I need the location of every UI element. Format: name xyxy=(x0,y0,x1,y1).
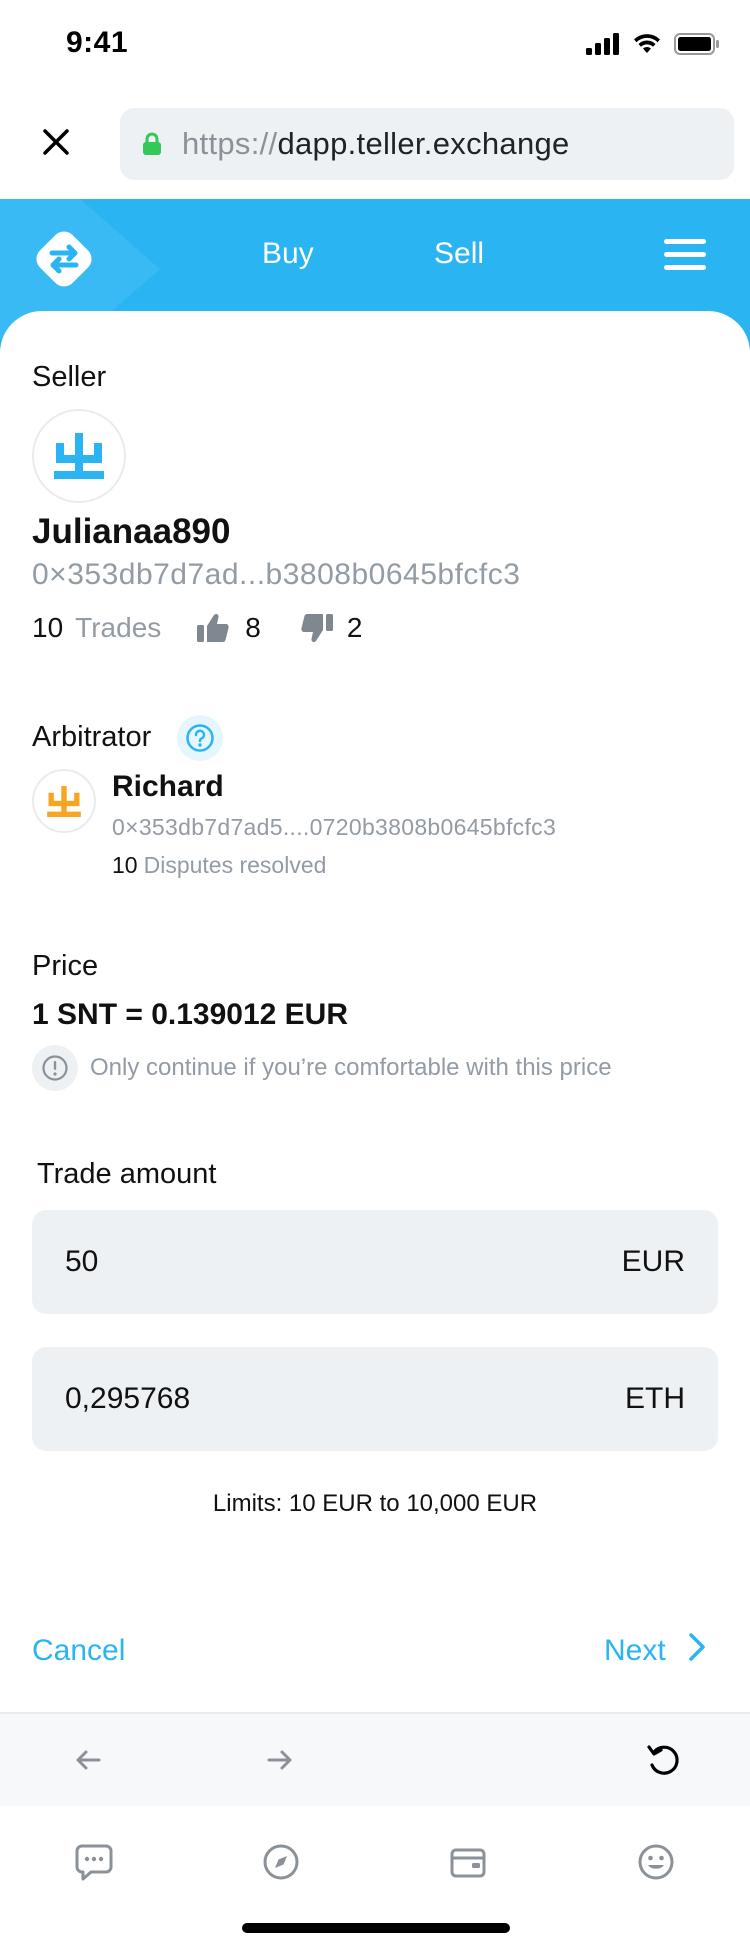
arbitrator-address: 0×353db7d7ad5....0720b3808b0645bfcfc3 xyxy=(112,814,557,840)
fiat-amount-unit: EUR xyxy=(621,1245,685,1278)
url-host: dapp.teller.exchange xyxy=(277,126,570,161)
question-icon[interactable] xyxy=(177,715,223,761)
arbitrator-disputes: 10 Disputes resolved xyxy=(112,852,326,879)
thumbs-up-icon xyxy=(197,613,229,643)
disputes-label: Disputes resolved xyxy=(143,852,327,878)
trades-count: 10 xyxy=(32,612,64,643)
cancel-button[interactable]: Cancel xyxy=(32,1634,125,1668)
browser-nav-bar xyxy=(0,1714,750,1806)
url-text: https://dapp.teller.exchange xyxy=(182,126,570,162)
nav-sell[interactable]: Sell xyxy=(434,237,484,271)
arbitrator-name: Richard xyxy=(112,770,224,803)
thumbs-down-icon xyxy=(301,613,333,643)
disputes-count: 10 xyxy=(112,852,138,878)
lock-icon xyxy=(142,131,164,157)
chat-icon[interactable] xyxy=(72,1840,116,1884)
wallet-icon[interactable] xyxy=(446,1840,490,1884)
fiat-amount-value: 50 xyxy=(65,1245,99,1278)
hamburger-icon[interactable] xyxy=(664,239,706,271)
exclamation-icon xyxy=(32,1045,78,1091)
arbitrator-avatar[interactable] xyxy=(32,769,96,833)
home-indicator xyxy=(242,1923,510,1933)
price-label: Price xyxy=(32,950,99,982)
cellular-signal-icon xyxy=(586,32,620,60)
thumbs-up-count: 8 xyxy=(245,612,261,643)
close-icon[interactable] xyxy=(38,124,74,160)
smiley-icon[interactable] xyxy=(634,1840,678,1884)
seller-address: 0×353db7d7ad...b3808b0645bfcfc3 xyxy=(32,558,521,591)
battery-icon xyxy=(674,32,720,60)
status-bar: 9:41 xyxy=(0,0,750,88)
trade-limits: Limits: 10 EUR to 10,000 EUR xyxy=(212,1490,538,1517)
url-bar[interactable]: https://dapp.teller.exchange xyxy=(120,108,734,180)
seller-stats: 10 Trades 8 2 xyxy=(32,612,362,644)
url-protocol: https:// xyxy=(182,126,278,161)
crypto-amount-unit: ETH xyxy=(625,1382,685,1415)
arrow-right-icon[interactable] xyxy=(260,1742,300,1778)
seller-avatar-icon xyxy=(54,433,104,479)
reload-icon[interactable] xyxy=(644,1742,684,1778)
thumbs-down-count: 2 xyxy=(346,612,363,643)
status-icons xyxy=(586,32,720,60)
crypto-amount-field[interactable]: 0,295768 ETH xyxy=(32,1347,718,1451)
arbitrator-label: Arbitrator xyxy=(32,721,152,753)
wifi-icon xyxy=(632,33,662,60)
trade-amount-label: Trade amount xyxy=(37,1158,217,1190)
arrow-left-icon[interactable] xyxy=(68,1742,108,1778)
price-note-text: Only continue if you’re comfortable with… xyxy=(90,1054,612,1081)
arbitrator-avatar-icon xyxy=(47,785,81,817)
compass-icon[interactable] xyxy=(259,1840,303,1884)
nav-buy[interactable]: Buy xyxy=(262,237,314,271)
fiat-amount-field[interactable]: 50 EUR xyxy=(32,1210,718,1314)
price-value: 1 SNT = 0.139012 EUR xyxy=(32,998,349,1031)
crypto-amount-value: 0,295768 xyxy=(65,1382,191,1415)
tab-bar xyxy=(0,1806,750,1946)
trades-label: Trades xyxy=(75,612,162,643)
price-note: Only continue if you’re comfortable with… xyxy=(32,1045,612,1091)
chevron-right-icon xyxy=(688,1632,706,1670)
swap-arrows-logo[interactable] xyxy=(32,227,96,291)
status-time: 9:41 xyxy=(66,26,129,59)
next-label: Next xyxy=(604,1634,666,1667)
next-button[interactable]: Next xyxy=(604,1632,706,1670)
seller-avatar[interactable] xyxy=(32,409,126,503)
seller-label: Seller xyxy=(32,361,107,393)
seller-name: Julianaa890 xyxy=(32,512,231,551)
